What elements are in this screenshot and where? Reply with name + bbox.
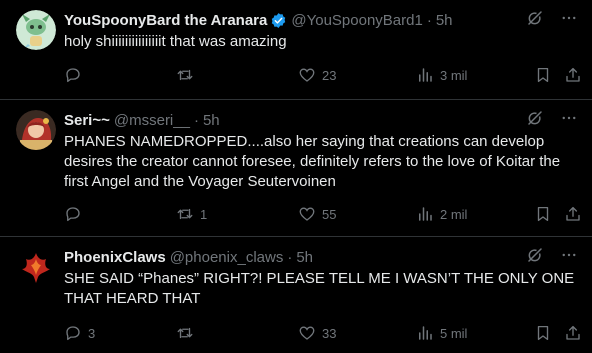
like-count: 23	[322, 67, 337, 83]
user-handle[interactable]: @msseri__	[114, 112, 190, 129]
tweet[interactable]: Seri~~ @msseri__ · 5h PHANES NAMEDROPPED…	[0, 100, 592, 237]
share-button[interactable]	[564, 324, 582, 342]
bookmark-icon	[537, 325, 549, 341]
views-count: 3 mil	[440, 67, 468, 83]
like-icon	[299, 326, 315, 340]
share-icon	[566, 67, 580, 82]
like-button[interactable]: 55	[298, 205, 336, 223]
views-icon	[419, 207, 432, 221]
retweet-icon	[177, 208, 193, 220]
action-bar: 23 3 mil	[64, 65, 580, 85]
bookmark-button[interactable]	[534, 205, 552, 223]
timestamp[interactable]: 5h	[203, 112, 220, 129]
display-name[interactable]: YouSpoonyBard the Aranara	[64, 12, 267, 29]
display-name[interactable]: Seri~~	[64, 112, 110, 129]
separator: ·	[193, 111, 199, 129]
retweet-icon	[177, 327, 193, 339]
bookmark-icon	[537, 67, 549, 83]
avatar[interactable]	[16, 247, 56, 287]
reply-icon	[66, 326, 80, 341]
views-icon	[419, 326, 432, 340]
timeline: YouSpoonyBard the Aranara @YouSpoonyBard…	[0, 0, 592, 353]
separator: ·	[287, 248, 293, 266]
views-button[interactable]: 5 mil	[416, 324, 467, 342]
like-count: 55	[322, 206, 337, 222]
reply-button[interactable]	[64, 205, 88, 223]
like-icon	[299, 207, 315, 221]
tweet[interactable]: PhoenixClaws @phoenix_claws · 5h SHE SAI…	[0, 237, 592, 353]
user-handle[interactable]: @YouSpoonyBard1	[291, 12, 422, 29]
views-count: 2 mil	[440, 206, 468, 222]
grok-icon[interactable]	[526, 109, 544, 131]
tweet-text: SHE SAID “Phanes” RIGHT?! PLEASE TELL ME…	[64, 270, 575, 307]
bookmark-button[interactable]	[534, 66, 552, 84]
reply-icon	[66, 207, 80, 222]
bookmark-icon	[537, 206, 549, 222]
more-icon[interactable]	[560, 246, 578, 268]
timestamp[interactable]: 5h	[296, 249, 313, 266]
reply-button[interactable]: 3	[64, 324, 95, 342]
share-icon	[566, 325, 580, 340]
views-icon	[419, 68, 432, 82]
user-handle[interactable]: @phoenix_claws	[170, 249, 284, 266]
more-icon[interactable]	[560, 9, 578, 31]
retweet-button[interactable]	[176, 324, 200, 342]
action-bar: 1 55 2 mil	[64, 204, 580, 224]
verified-icon	[270, 12, 287, 29]
grok-icon[interactable]	[526, 9, 544, 31]
like-count: 33	[322, 325, 337, 341]
views-button[interactable]: 3 mil	[416, 66, 467, 84]
views-button[interactable]: 2 mil	[416, 205, 467, 223]
more-icon[interactable]	[560, 109, 578, 131]
retweet-icon	[177, 69, 193, 81]
retweet-button[interactable]	[176, 66, 200, 84]
tweet-text: holy shiiiiiiiiiiiiiiit that was amazing	[64, 33, 287, 50]
display-name[interactable]: PhoenixClaws	[64, 249, 166, 266]
share-button[interactable]	[564, 66, 582, 84]
avatar[interactable]	[16, 110, 56, 150]
like-icon	[299, 68, 315, 82]
like-button[interactable]: 33	[298, 324, 336, 342]
retweet-count: 1	[200, 206, 208, 222]
separator: ·	[426, 11, 432, 29]
grok-icon[interactable]	[526, 246, 544, 268]
tweet[interactable]: YouSpoonyBard the Aranara @YouSpoonyBard…	[0, 0, 592, 100]
reply-button[interactable]	[64, 66, 88, 84]
bookmark-button[interactable]	[534, 324, 552, 342]
timestamp[interactable]: 5h	[436, 12, 453, 29]
like-button[interactable]: 23	[298, 66, 336, 84]
retweet-button[interactable]: 1	[176, 205, 207, 223]
views-count: 5 mil	[440, 325, 468, 341]
share-icon	[566, 206, 580, 221]
avatar[interactable]	[16, 10, 56, 50]
action-bar: 3 33 5 mil	[64, 323, 580, 343]
share-button[interactable]	[564, 205, 582, 223]
reply-icon	[66, 68, 80, 83]
tweet-text: PHANES NAMEDROPPED....also her saying th…	[64, 133, 561, 190]
reply-count: 3	[88, 325, 96, 341]
